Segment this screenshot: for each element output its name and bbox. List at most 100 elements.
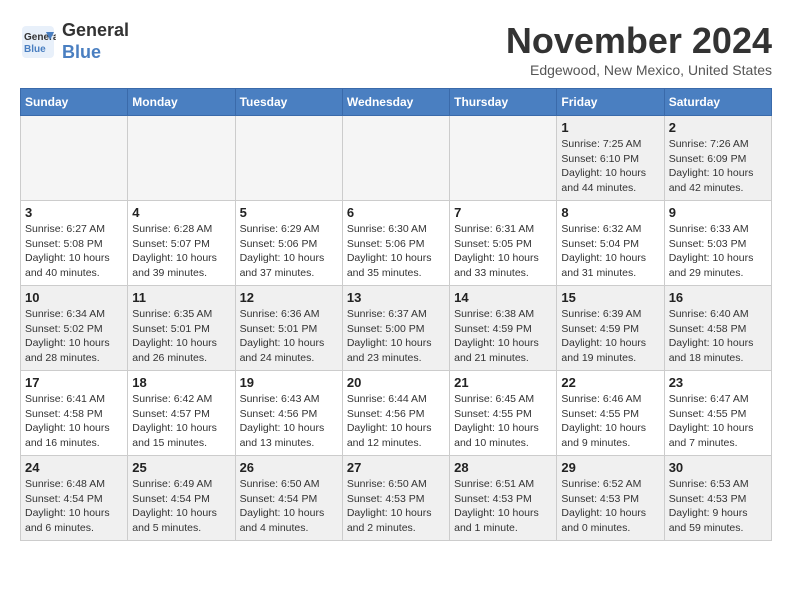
calendar-cell: 14Sunrise: 6:38 AM Sunset: 4:59 PM Dayli…	[450, 286, 557, 371]
day-info: Sunrise: 6:28 AM Sunset: 5:07 PM Dayligh…	[132, 222, 230, 281]
calendar-cell: 26 Sunrise: 6:50 AM Sunset: 4:54 PM Dayli…	[235, 456, 342, 541]
calendar-header-monday: Monday	[128, 89, 235, 116]
day-number: 17	[25, 375, 123, 390]
day-number: 15	[561, 290, 659, 305]
day-info: Sunrise: 6:35 AM Sunset: 5:01 PM Dayligh…	[132, 307, 230, 366]
logo: General Blue General Blue	[20, 20, 129, 63]
day-number: 7	[454, 205, 552, 220]
calendar-cell: 12Sunrise: 6:36 AM Sunset: 5:01 PM Dayli…	[235, 286, 342, 371]
header: General Blue General Blue November 2024 …	[20, 20, 772, 78]
day-number: 2	[669, 120, 767, 135]
calendar-header-thursday: Thursday	[450, 89, 557, 116]
day-number: 6	[347, 205, 445, 220]
calendar-cell: 29Sunrise: 6:52 AM Sunset: 4:53 PM Dayli…	[557, 456, 664, 541]
calendar-cell: 15Sunrise: 6:39 AM Sunset: 4:59 PM Dayli…	[557, 286, 664, 371]
calendar-cell: 1 Sunrise: 7:25 AM Sunset: 6:10 PM Daylig…	[557, 116, 664, 201]
calendar-week-0: 1 Sunrise: 7:25 AM Sunset: 6:10 PM Daylig…	[21, 116, 772, 201]
calendar-week-4: 24 Sunrise: 6:48 AM Sunset: 4:54 PM Dayli…	[21, 456, 772, 541]
calendar-cell: 18Sunrise: 6:42 AM Sunset: 4:57 PM Dayli…	[128, 371, 235, 456]
day-number: 1	[561, 120, 659, 135]
day-info: Sunrise: 6:49 AM Sunset: 4:54 PM Dayligh…	[132, 477, 230, 536]
month-title: November 2024	[506, 20, 772, 62]
day-info: Sunrise: 6:52 AM Sunset: 4:53 PM Dayligh…	[561, 477, 659, 536]
day-number: 23	[669, 375, 767, 390]
day-info: Sunrise: 7:26 AM Sunset: 6:09 PM Dayligh…	[669, 137, 767, 196]
calendar-header-row: SundayMondayTuesdayWednesdayThursdayFrid…	[21, 89, 772, 116]
calendar-week-1: 3 Sunrise: 6:27 AM Sunset: 5:08 PM Daylig…	[21, 201, 772, 286]
day-info: Sunrise: 6:46 AM Sunset: 4:55 PM Dayligh…	[561, 392, 659, 451]
day-info: Sunrise: 6:34 AM Sunset: 5:02 PM Dayligh…	[25, 307, 123, 366]
day-info: Sunrise: 6:31 AM Sunset: 5:05 PM Dayligh…	[454, 222, 552, 281]
calendar-cell: 8 Sunrise: 6:32 AM Sunset: 5:04 PM Daylig…	[557, 201, 664, 286]
calendar-header-saturday: Saturday	[664, 89, 771, 116]
day-info: Sunrise: 6:40 AM Sunset: 4:58 PM Dayligh…	[669, 307, 767, 366]
day-number: 16	[669, 290, 767, 305]
calendar-header-sunday: Sunday	[21, 89, 128, 116]
svg-text:Blue: Blue	[24, 44, 46, 55]
logo-text: General Blue	[62, 20, 129, 63]
day-number: 5	[240, 205, 338, 220]
calendar-cell: 21 Sunrise: 6:45 AM Sunset: 4:55 PM Dayli…	[450, 371, 557, 456]
day-number: 8	[561, 205, 659, 220]
day-info: Sunrise: 6:41 AM Sunset: 4:58 PM Dayligh…	[25, 392, 123, 451]
calendar-cell: 17 Sunrise: 6:41 AM Sunset: 4:58 PM Dayli…	[21, 371, 128, 456]
day-info: Sunrise: 6:50 AM Sunset: 4:53 PM Dayligh…	[347, 477, 445, 536]
day-info: Sunrise: 6:29 AM Sunset: 5:06 PM Dayligh…	[240, 222, 338, 281]
calendar-cell: 22 Sunrise: 6:46 AM Sunset: 4:55 PM Dayli…	[557, 371, 664, 456]
logo-icon: General Blue	[20, 24, 56, 60]
day-number: 21	[454, 375, 552, 390]
day-number: 25	[132, 460, 230, 475]
day-info: Sunrise: 6:50 AM Sunset: 4:54 PM Dayligh…	[240, 477, 338, 536]
day-number: 11	[132, 290, 230, 305]
calendar-cell	[342, 116, 449, 201]
day-number: 24	[25, 460, 123, 475]
day-info: Sunrise: 6:32 AM Sunset: 5:04 PM Dayligh…	[561, 222, 659, 281]
logo-line2: Blue	[62, 42, 129, 64]
day-info: Sunrise: 6:51 AM Sunset: 4:53 PM Dayligh…	[454, 477, 552, 536]
day-info: Sunrise: 6:27 AM Sunset: 5:08 PM Dayligh…	[25, 222, 123, 281]
day-number: 22	[561, 375, 659, 390]
calendar-cell: 20Sunrise: 6:44 AM Sunset: 4:56 PM Dayli…	[342, 371, 449, 456]
day-info: Sunrise: 6:48 AM Sunset: 4:54 PM Dayligh…	[25, 477, 123, 536]
calendar-week-2: 10 Sunrise: 6:34 AM Sunset: 5:02 PM Dayli…	[21, 286, 772, 371]
calendar-cell: 9 Sunrise: 6:33 AM Sunset: 5:03 PM Daylig…	[664, 201, 771, 286]
day-number: 20	[347, 375, 445, 390]
calendar-cell: 19 Sunrise: 6:43 AM Sunset: 4:56 PM Dayli…	[235, 371, 342, 456]
calendar-cell: 23 Sunrise: 6:47 AM Sunset: 4:55 PM Dayli…	[664, 371, 771, 456]
calendar-cell: 10 Sunrise: 6:34 AM Sunset: 5:02 PM Dayli…	[21, 286, 128, 371]
calendar-week-3: 17 Sunrise: 6:41 AM Sunset: 4:58 PM Dayli…	[21, 371, 772, 456]
day-number: 30	[669, 460, 767, 475]
calendar-cell	[21, 116, 128, 201]
calendar-cell: 4 Sunrise: 6:28 AM Sunset: 5:07 PM Daylig…	[128, 201, 235, 286]
location-title: Edgewood, New Mexico, United States	[506, 62, 772, 78]
day-number: 19	[240, 375, 338, 390]
day-number: 26	[240, 460, 338, 475]
calendar-cell: 28Sunrise: 6:51 AM Sunset: 4:53 PM Dayli…	[450, 456, 557, 541]
day-number: 10	[25, 290, 123, 305]
day-number: 3	[25, 205, 123, 220]
day-info: Sunrise: 6:43 AM Sunset: 4:56 PM Dayligh…	[240, 392, 338, 451]
calendar-cell: 2 Sunrise: 7:26 AM Sunset: 6:09 PM Daylig…	[664, 116, 771, 201]
title-area: November 2024 Edgewood, New Mexico, Unit…	[506, 20, 772, 78]
calendar-cell	[128, 116, 235, 201]
day-number: 27	[347, 460, 445, 475]
calendar-cell	[450, 116, 557, 201]
calendar-cell: 11 Sunrise: 6:35 AM Sunset: 5:01 PM Dayli…	[128, 286, 235, 371]
day-info: Sunrise: 6:45 AM Sunset: 4:55 PM Dayligh…	[454, 392, 552, 451]
day-info: Sunrise: 6:38 AM Sunset: 4:59 PM Dayligh…	[454, 307, 552, 366]
day-number: 4	[132, 205, 230, 220]
calendar-cell: 16 Sunrise: 6:40 AM Sunset: 4:58 PM Dayli…	[664, 286, 771, 371]
day-info: Sunrise: 7:25 AM Sunset: 6:10 PM Dayligh…	[561, 137, 659, 196]
day-number: 9	[669, 205, 767, 220]
calendar-cell: 3 Sunrise: 6:27 AM Sunset: 5:08 PM Daylig…	[21, 201, 128, 286]
calendar-cell: 7 Sunrise: 6:31 AM Sunset: 5:05 PM Daylig…	[450, 201, 557, 286]
day-number: 18	[132, 375, 230, 390]
calendar-cell: 6 Sunrise: 6:30 AM Sunset: 5:06 PM Daylig…	[342, 201, 449, 286]
calendar-header-tuesday: Tuesday	[235, 89, 342, 116]
day-info: Sunrise: 6:33 AM Sunset: 5:03 PM Dayligh…	[669, 222, 767, 281]
day-info: Sunrise: 6:30 AM Sunset: 5:06 PM Dayligh…	[347, 222, 445, 281]
day-info: Sunrise: 6:47 AM Sunset: 4:55 PM Dayligh…	[669, 392, 767, 451]
day-number: 13	[347, 290, 445, 305]
day-info: Sunrise: 6:37 AM Sunset: 5:00 PM Dayligh…	[347, 307, 445, 366]
calendar-cell: 24 Sunrise: 6:48 AM Sunset: 4:54 PM Dayli…	[21, 456, 128, 541]
